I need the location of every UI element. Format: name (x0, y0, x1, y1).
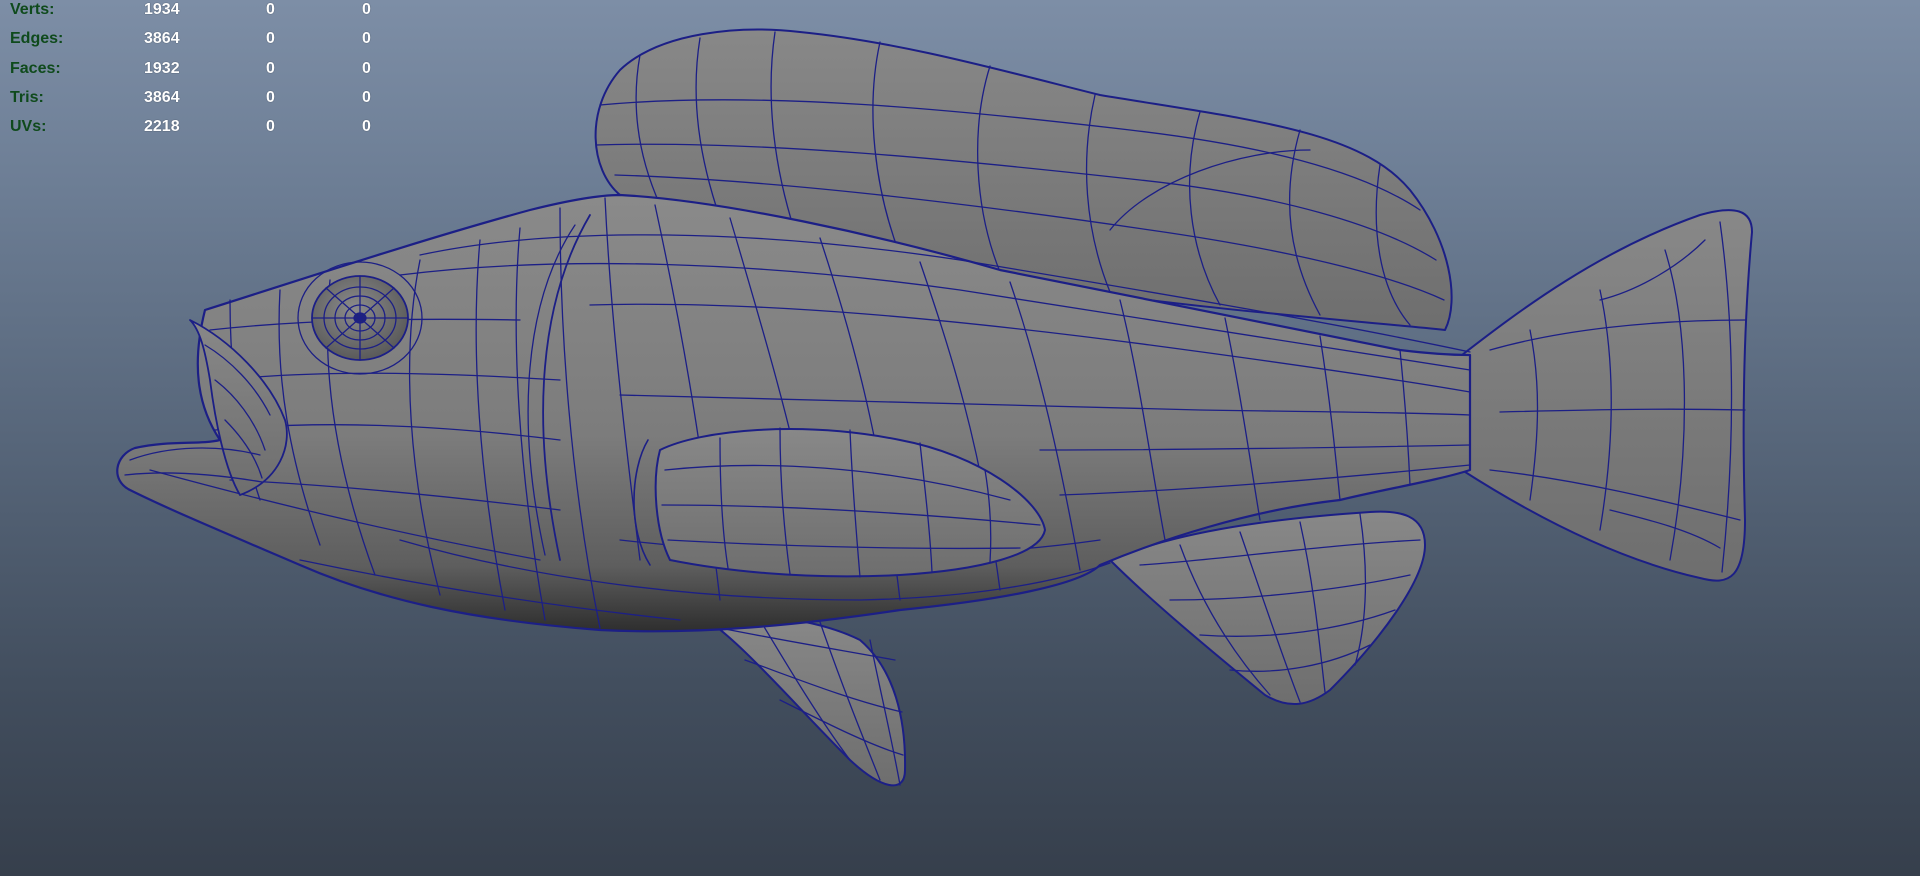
fish-mesh-model[interactable] (0, 0, 1920, 876)
fish-eye (297, 261, 423, 375)
tail-fin[interactable] (1461, 209, 1753, 582)
3d-viewport[interactable]: Verts: 1934 0 0 Edges: 3864 0 0 Faces: 1… (0, 0, 1920, 876)
pelvic-fin[interactable] (699, 613, 907, 787)
